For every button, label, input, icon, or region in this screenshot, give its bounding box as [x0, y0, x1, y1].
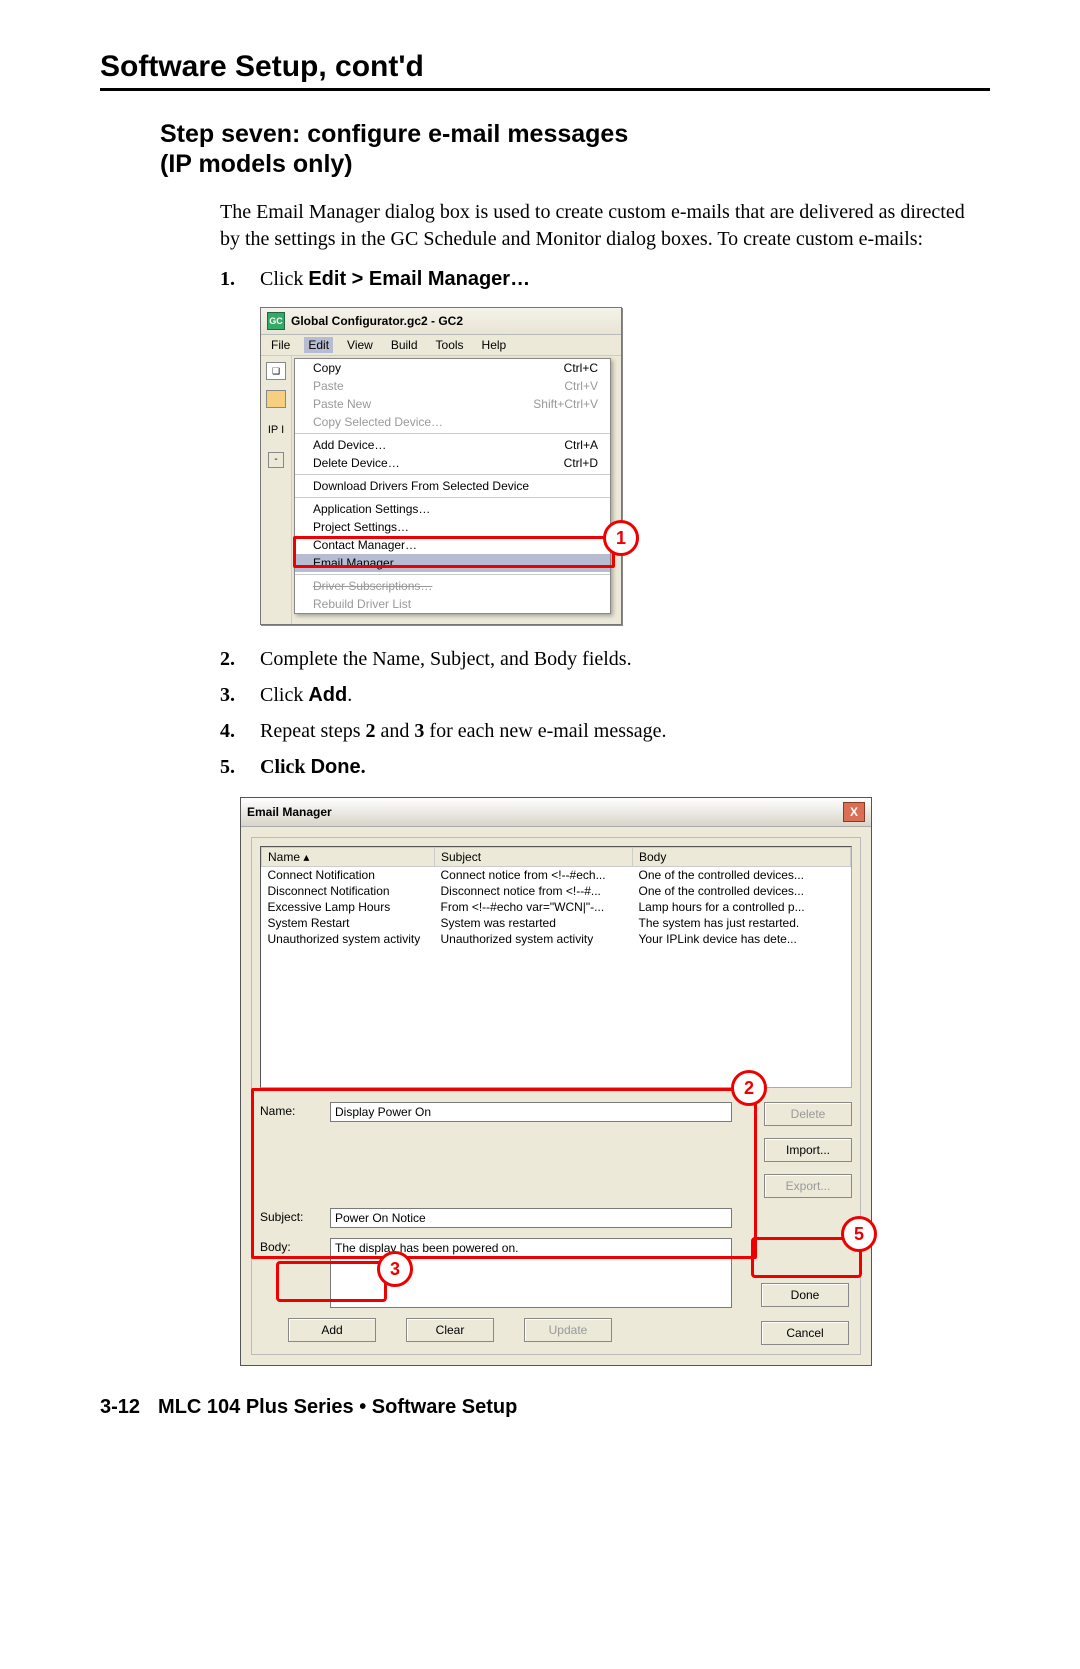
page-number: 3-12 — [100, 1396, 140, 1419]
step-header: Step seven: configure e-mail messages (I… — [160, 119, 990, 179]
menu-contact-manager[interactable]: Contact Manager… — [295, 536, 610, 554]
done-button[interactable]: Done — [761, 1283, 849, 1307]
step-3: Click Add. — [220, 679, 990, 711]
em-titlebar: Email Manager X — [241, 798, 871, 827]
menu-tools[interactable]: Tools — [432, 337, 468, 353]
left-label: IP I — [268, 424, 284, 436]
import-button[interactable]: Import... — [764, 1138, 852, 1162]
menu-help[interactable]: Help — [478, 337, 511, 353]
screenshot-email-manager: Email Manager X Name ▴ Subject Body Conn… — [240, 797, 990, 1366]
callout-2: 2 — [731, 1070, 767, 1106]
menu-paste-new: Paste NewShift+Ctrl+V — [295, 395, 610, 413]
intro-text: The Email Manager dialog box is used to … — [220, 199, 970, 253]
gc-title-text: Global Configurator.gc2 - GC2 — [291, 314, 463, 328]
step-header-line1: Step seven: configure e-mail messages — [160, 120, 628, 148]
subject-field[interactable] — [330, 1208, 732, 1228]
callout-5: 5 — [841, 1216, 877, 1252]
menu-view[interactable]: View — [343, 337, 377, 353]
step-5: Click Done. — [220, 751, 990, 783]
menu-app-settings[interactable]: Application Settings… — [295, 500, 610, 518]
em-title-text: Email Manager — [247, 805, 332, 819]
gc-app-icon: GC — [267, 312, 285, 330]
callout-3: 3 — [377, 1251, 413, 1287]
col-body[interactable]: Body — [633, 848, 851, 867]
menu-rebuild-driver: Rebuild Driver List — [295, 595, 610, 613]
delete-button: Delete — [764, 1102, 852, 1126]
col-name[interactable]: Name ▴ — [262, 848, 435, 867]
close-icon[interactable]: X — [843, 802, 865, 822]
table-row[interactable]: Disconnect NotificationDisconnect notice… — [262, 883, 851, 899]
gc-titlebar: GC Global Configurator.gc2 - GC2 — [261, 308, 621, 335]
name-label: Name: — [260, 1102, 320, 1118]
step-1-bold: Edit > Email Manager… — [308, 268, 530, 290]
gc-menubar: File Edit View Build Tools Help — [261, 335, 621, 356]
menu-copy[interactable]: CopyCtrl+C — [295, 359, 610, 377]
table-row[interactable]: Unauthorized system activityUnauthorized… — [262, 931, 851, 947]
callout-1: 1 — [603, 520, 639, 556]
step-2: Complete the Name, Subject, and Body fie… — [220, 643, 990, 675]
email-list-table[interactable]: Name ▴ Subject Body Connect Notification… — [260, 846, 852, 1088]
step-1: Click Edit > Email Manager… — [220, 263, 990, 295]
table-row[interactable]: Connect NotificationConnect notice from … — [262, 867, 851, 884]
clear-button[interactable]: Clear — [406, 1318, 494, 1342]
new-doc-icon[interactable]: ❏ — [266, 362, 286, 380]
menu-email-manager[interactable]: Email Manager… — [295, 554, 610, 572]
tree-collapse-icon[interactable]: - — [268, 452, 284, 468]
name-field[interactable] — [330, 1102, 732, 1122]
menu-edit[interactable]: Edit — [304, 337, 333, 353]
col-subject[interactable]: Subject — [435, 848, 633, 867]
menu-build[interactable]: Build — [387, 337, 422, 353]
form-buttons: Add Clear Update — [260, 1318, 640, 1342]
device-icon[interactable] — [266, 390, 286, 408]
page-footer: 3-12 MLC 104 Plus Series • Software Setu… — [100, 1396, 990, 1419]
screenshot-gc-menu: GC Global Configurator.gc2 - GC2 File Ed… — [260, 307, 990, 625]
step-4: Repeat steps 2 and 3 for each new e-mail… — [220, 715, 990, 747]
subject-label: Subject: — [260, 1208, 320, 1224]
section-title: Software Setup, cont'd — [100, 50, 990, 91]
footer-text: MLC 104 Plus Series • Software Setup — [158, 1396, 517, 1419]
add-button[interactable]: Add — [288, 1318, 376, 1342]
export-button: Export... — [764, 1174, 852, 1198]
menu-delete-device[interactable]: Delete Device…Ctrl+D — [295, 454, 610, 472]
step-header-line2: (IP models only) — [160, 150, 353, 178]
table-row[interactable]: Excessive Lamp HoursFrom <!--#echo var="… — [262, 899, 851, 915]
menu-download-drivers[interactable]: Download Drivers From Selected Device — [295, 477, 610, 495]
gc-toolbar: ❏ IP I - — [261, 356, 292, 624]
menu-driver-subscriptions: Driver Subscriptions… — [295, 577, 610, 595]
edit-dropdown: CopyCtrl+C PasteCtrl+V Paste NewShift+Ct… — [294, 358, 611, 614]
cancel-button[interactable]: Cancel — [761, 1321, 849, 1345]
menu-copy-selected: Copy Selected Device… — [295, 413, 610, 431]
menu-project-settings[interactable]: Project Settings… — [295, 518, 610, 536]
update-button: Update — [524, 1318, 612, 1342]
menu-file[interactable]: File — [267, 337, 294, 353]
menu-paste: PasteCtrl+V — [295, 377, 610, 395]
table-row[interactable]: System RestartSystem was restartedThe sy… — [262, 915, 851, 931]
body-label: Body: — [260, 1238, 320, 1254]
menu-add-device[interactable]: Add Device…Ctrl+A — [295, 436, 610, 454]
